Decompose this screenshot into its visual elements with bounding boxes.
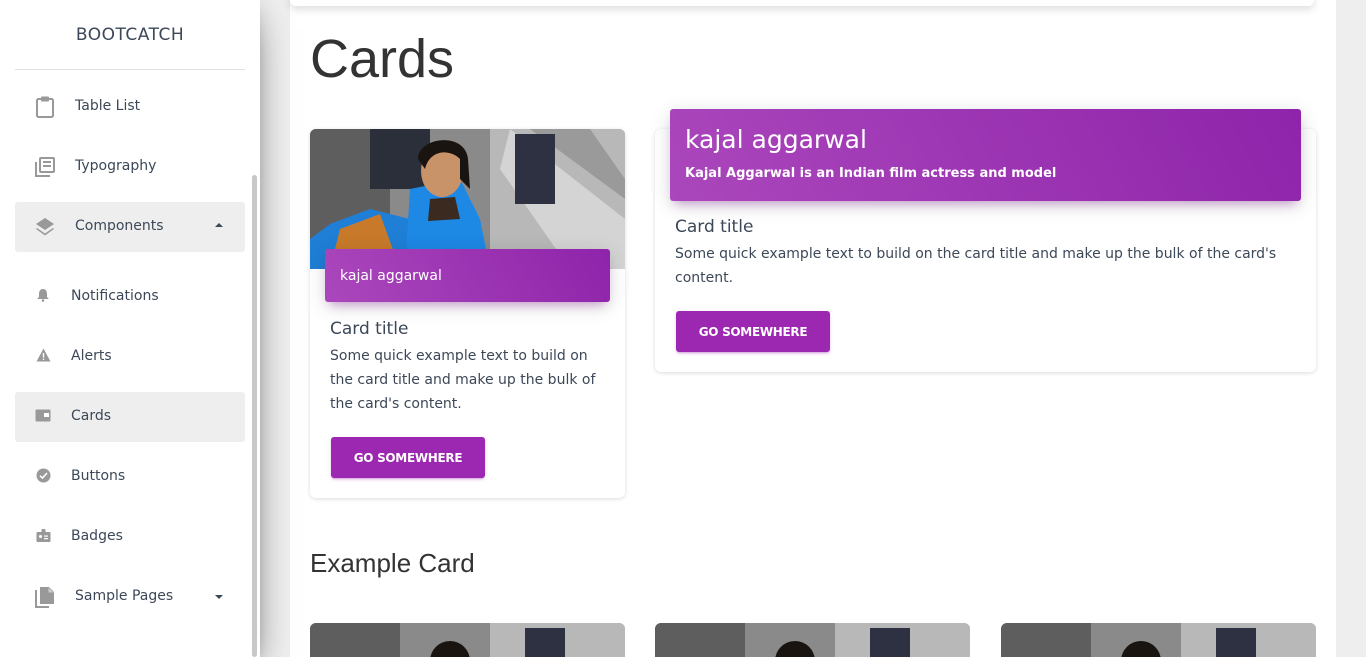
top-navbar [290,0,1314,6]
sidebar-item-sample-pages[interactable]: Sample Pages [15,572,245,622]
layers-icon [35,217,55,237]
example-card-image [1001,623,1316,657]
sidebar: BOOTCATCH Table List Typography Componen… [0,0,260,657]
card-header-subtitle: Kajal Aggarwal is an Indian film actress… [685,166,1057,181]
sidebar-item-alerts[interactable]: Alerts [15,332,245,382]
sidebar-item-label: Badges [71,528,123,544]
card-header-title: kajal aggarwal [685,125,867,154]
sidebar-item-table-list[interactable]: Table List [15,82,245,132]
card-title: Card title [330,319,409,339]
sidebar-item-components[interactable]: Components [15,202,245,252]
sidebar-item-label: Sample Pages [75,588,174,604]
file-copy-icon [35,587,55,608]
section-title: Example Card [310,548,475,578]
page-gutter [1336,0,1366,657]
example-card-image [655,623,970,657]
card-text: Some quick example text to build on the … [675,246,1277,286]
sidebar-item-label: Buttons [71,468,126,484]
card-icon [35,407,51,423]
sidebar-item-label: Alerts [71,348,112,364]
card-image [310,129,625,269]
sidebar-scrollbar[interactable] [252,175,257,657]
sidebar-item-label: Typography [75,158,157,174]
brand-logo[interactable]: BOOTCATCH [15,0,245,70]
go-somewhere-button[interactable]: GO SOMEWHERE [331,437,485,478]
caret-down-icon [215,595,223,599]
library-books-icon [35,157,55,177]
clipboard-icon [35,96,55,118]
sidebar-item-badges[interactable]: Badges [15,512,245,562]
go-somewhere-button[interactable]: GO SOMEWHERE [676,311,830,352]
card-title: Card title [675,217,754,237]
image-card: kajal aggarwal Card title Some quick exa… [310,129,625,498]
check-circle-icon [35,467,51,483]
sidebar-item-cards[interactable]: Cards [15,392,245,442]
main-content: Cards kajal aggarwal Card title Some qui… [290,0,1336,657]
sidebar-item-label: Table List [75,98,141,114]
card-text: Some quick example text to build on the … [330,348,596,412]
caret-up-icon [215,223,223,227]
sidebar-item-typography[interactable]: Typography [15,142,245,192]
card-header-badge: kajal aggarwal [325,249,610,302]
sidebar-item-label: Notifications [71,288,159,304]
example-card-image [310,623,625,657]
header-card: kajal aggarwal Kajal Aggarwal is an Indi… [655,109,1316,372]
bell-icon [35,287,51,303]
badge-icon [35,527,51,543]
card-header: kajal aggarwal Kajal Aggarwal is an Indi… [670,109,1301,201]
warning-icon [35,347,51,363]
sidebar-item-label: Components [75,218,164,234]
sidebar-item-notifications[interactable]: Notifications [15,272,245,322]
sidebar-item-label: Cards [71,408,112,424]
sidebar-item-buttons[interactable]: Buttons [15,452,245,502]
page-title: Cards [310,29,455,89]
